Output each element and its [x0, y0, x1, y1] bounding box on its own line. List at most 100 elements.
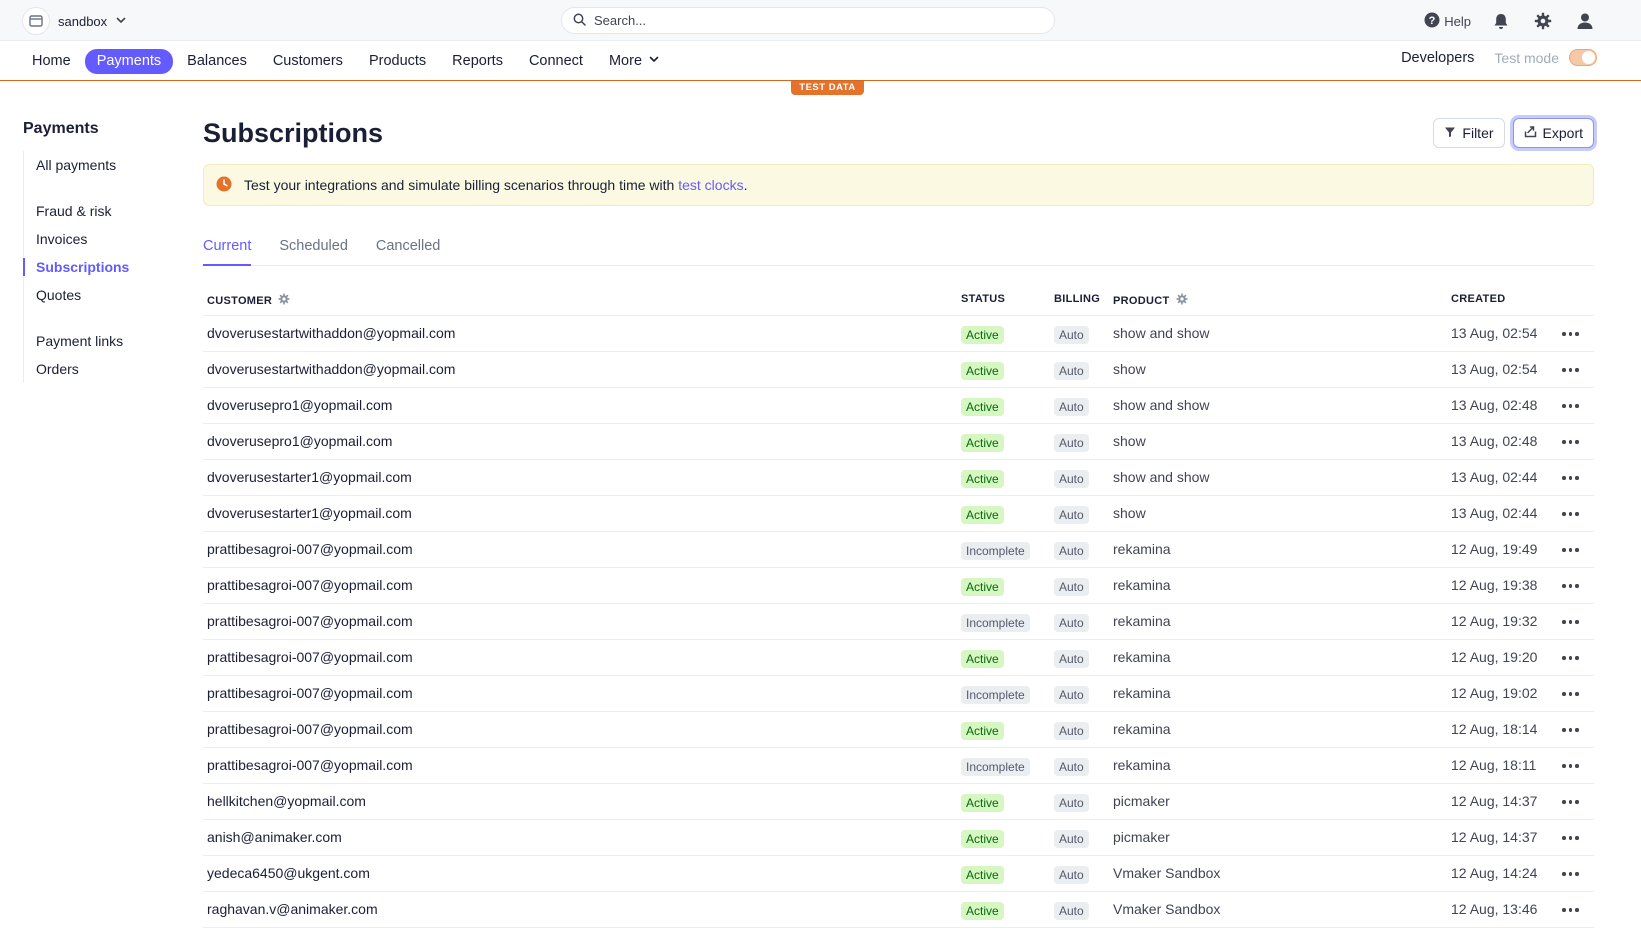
- nav-home[interactable]: Home: [20, 49, 83, 74]
- status-badge-label: Active: [961, 722, 1004, 740]
- sidebar-item-invoices[interactable]: Invoices: [24, 225, 183, 253]
- table-row[interactable]: hellkitchen@yopmail.com Active Auto picmake…: [203, 784, 1594, 820]
- customer-email: dvoverusestartwithaddon@yopmail.com: [207, 325, 456, 341]
- sidebar-item-fraud-risk[interactable]: Fraud & risk: [24, 197, 183, 225]
- table-row[interactable]: dvoverusepro1@yopmail.com Active Auto show …: [203, 388, 1594, 424]
- status-badge-label: Active: [961, 794, 1004, 812]
- nav-balances[interactable]: Balances: [175, 49, 259, 74]
- nav-payments[interactable]: Payments: [84, 49, 174, 74]
- sidebar-item-quotes[interactable]: Quotes: [24, 281, 183, 309]
- column-settings-gear-icon[interactable]: [278, 293, 290, 308]
- row-more-icon[interactable]: [1562, 721, 1582, 739]
- table-row[interactable]: dvoverusestarter1@yopmail.com Active Auto s…: [203, 496, 1594, 532]
- row-more-icon[interactable]: [1562, 757, 1582, 775]
- row-more-icon[interactable]: [1562, 793, 1582, 811]
- product-name: picmaker: [1113, 793, 1170, 809]
- billing-badge: Auto: [1054, 397, 1089, 416]
- tab-current[interactable]: Current: [203, 236, 252, 266]
- row-more-icon[interactable]: [1562, 865, 1582, 883]
- table-row[interactable]: prattibesagroi-007@yopmail.com Incomplete…: [203, 604, 1594, 640]
- billing-badge-label: Auto: [1054, 470, 1089, 488]
- sidebar-item-orders[interactable]: Orders: [24, 355, 183, 383]
- sidebar-item-payment-links[interactable]: Payment links: [24, 327, 183, 355]
- status-badge: Active: [961, 865, 1004, 884]
- billing-badge: Auto: [1054, 901, 1089, 920]
- status-badge: Active: [961, 649, 1004, 668]
- tab-scheduled[interactable]: Scheduled: [279, 236, 348, 266]
- developers-link[interactable]: Developers: [1401, 50, 1474, 66]
- export-button[interactable]: Export: [1512, 118, 1594, 148]
- billing-badge: Auto: [1054, 541, 1089, 560]
- product-name: rekamina: [1113, 721, 1171, 737]
- product-name: show and show: [1113, 325, 1210, 341]
- row-more-icon[interactable]: [1562, 829, 1582, 847]
- row-more-icon[interactable]: [1562, 433, 1582, 451]
- billing-badge: Auto: [1054, 757, 1089, 776]
- tab-cancelled[interactable]: Cancelled: [376, 236, 441, 266]
- nav-customers[interactable]: Customers: [261, 49, 355, 74]
- test-mode-toggle[interactable]: [1569, 49, 1597, 66]
- table-row[interactable]: yedeca6450@ukgent.com Active Auto Vmaker Sa…: [203, 856, 1594, 892]
- status-badge: Incomplete: [961, 685, 1030, 704]
- created-date: 13 Aug, 02:44: [1451, 469, 1538, 485]
- column-billing: BILLING: [1054, 293, 1101, 305]
- customer-email: prattibesagroi-007@yopmail.com: [207, 541, 413, 557]
- column-settings-gear-icon[interactable]: [1176, 293, 1188, 308]
- table-row[interactable]: prattibesagroi-007@yopmail.com Active Auto…: [203, 640, 1594, 676]
- account-switcher[interactable]: sandbox: [22, 7, 127, 35]
- table-row[interactable]: raghavan.v@animaker.com Active Auto Vmaker …: [203, 892, 1594, 928]
- table-row[interactable]: dvoverusestarter1@yopmail.com Active Auto s…: [203, 460, 1594, 496]
- test-clocks-link[interactable]: test clocks: [678, 177, 743, 193]
- product-name: show and show: [1113, 469, 1210, 485]
- table-row[interactable]: prattibesagroi-007@yopmail.com Incomplete…: [203, 532, 1594, 568]
- table-row[interactable]: prattibesagroi-007@yopmail.com Incomplete…: [203, 748, 1594, 784]
- table-row[interactable]: prattibesagroi-007@yopmail.com Active Auto…: [203, 568, 1594, 604]
- status-badge-label: Active: [961, 902, 1004, 920]
- row-more-icon[interactable]: [1562, 649, 1582, 667]
- customer-email: dvoverusepro1@yopmail.com: [207, 397, 393, 413]
- status-badge-label: Incomplete: [961, 542, 1030, 560]
- row-more-icon[interactable]: [1562, 361, 1582, 379]
- table-row[interactable]: dvoverusepro1@yopmail.com Active Auto show 1…: [203, 424, 1594, 460]
- billing-badge-label: Auto: [1054, 902, 1089, 920]
- row-more-icon[interactable]: [1562, 325, 1582, 343]
- user-profile-icon[interactable]: [1573, 9, 1597, 33]
- row-more-icon[interactable]: [1562, 469, 1582, 487]
- row-more-icon[interactable]: [1562, 397, 1582, 415]
- billing-badge-label: Auto: [1054, 578, 1089, 596]
- status-badge: Active: [961, 793, 1004, 812]
- row-more-icon[interactable]: [1562, 541, 1582, 559]
- sidebar-item-all-payments[interactable]: All payments: [24, 151, 183, 179]
- row-more-icon[interactable]: [1562, 613, 1582, 631]
- table-row[interactable]: dvoverusestartwithaddon@yopmail.com Activ…: [203, 316, 1594, 352]
- account-name: sandbox: [58, 13, 108, 29]
- row-more-icon[interactable]: [1562, 577, 1582, 595]
- customer-email: raghavan.v@animaker.com: [207, 901, 378, 917]
- created-date: 13 Aug, 02:48: [1451, 397, 1538, 413]
- status-badge-label: Active: [961, 326, 1004, 344]
- search-bar[interactable]: [561, 7, 1055, 34]
- product-name: rekamina: [1113, 757, 1171, 773]
- settings-gear-icon[interactable]: [1531, 9, 1555, 33]
- customer-email: prattibesagroi-007@yopmail.com: [207, 721, 413, 737]
- table-row[interactable]: prattibesagroi-007@yopmail.com Active Auto…: [203, 712, 1594, 748]
- row-more-icon[interactable]: [1562, 901, 1582, 919]
- billing-badge-label: Auto: [1054, 506, 1089, 524]
- table-row[interactable]: prattibesagroi-007@yopmail.com Incomplete…: [203, 676, 1594, 712]
- table-row[interactable]: anish@animaker.com Active Auto picmaker 12 A…: [203, 820, 1594, 856]
- nav-connect[interactable]: Connect: [517, 49, 595, 74]
- billing-badge-label: Auto: [1054, 326, 1089, 344]
- nav-reports[interactable]: Reports: [440, 49, 515, 74]
- filter-button[interactable]: Filter: [1433, 118, 1505, 148]
- row-more-icon[interactable]: [1562, 505, 1582, 523]
- status-badge-label: Incomplete: [961, 614, 1030, 632]
- search-input[interactable]: [594, 13, 1034, 28]
- product-name: rekamina: [1113, 649, 1171, 665]
- nav-products[interactable]: Products: [357, 49, 438, 74]
- nav-more[interactable]: More: [597, 49, 672, 74]
- notifications-bell-icon[interactable]: [1489, 9, 1513, 33]
- row-more-icon[interactable]: [1562, 685, 1582, 703]
- help-button[interactable]: ? Help: [1424, 12, 1471, 31]
- table-row[interactable]: dvoverusestartwithaddon@yopmail.com Activ…: [203, 352, 1594, 388]
- sidebar-item-subscriptions[interactable]: Subscriptions: [23, 253, 183, 281]
